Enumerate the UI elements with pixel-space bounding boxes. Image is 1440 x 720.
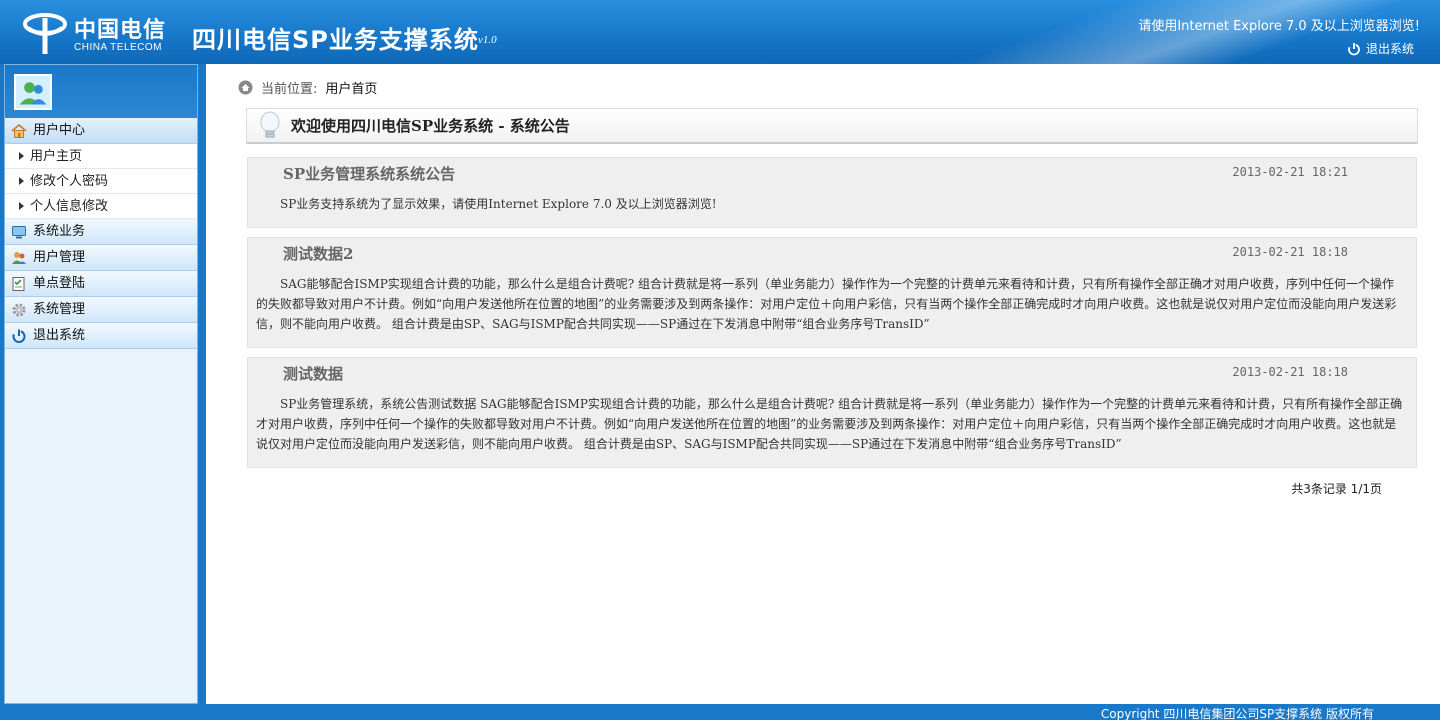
notice-item: SP业务管理系统系统公告 2013-02-21 18:21 SP业务支持系统为了… [247,157,1417,228]
sidebar-menu-label: 系统业务 [33,223,86,239]
home-circle-icon [238,80,253,95]
power-icon [1348,42,1360,55]
sidebar-menu-label: 退出系统 [33,327,86,343]
sidebar-menu-label: 用户中心 [33,122,86,138]
sidebar-item-edit-profile[interactable]: 个人信息修改 [5,194,197,219]
checklist-icon [12,276,25,291]
notice-item: 测试数据 2013-02-21 18:18 SP业务管理系统，系统公告测试数据 … [247,357,1417,468]
welcome-bar: 欢迎使用四川电信SP业务系统 - 系统公告 [246,108,1418,144]
sidebar: 用户中心 用户主页 修改个人密码 个人信息修改 系统业务 用户管理 单点登陆 系… [4,64,198,704]
system-title: 四川电信SP业务支撑系统 [192,26,479,54]
monitor-icon [12,225,26,238]
sidebar-menu-system-management[interactable]: 系统管理 [5,297,197,323]
sidebar-menu-user-center[interactable]: 用户中心 [5,118,197,144]
main-content: 当前位置: 用户首页 欢迎使用四川电信SP业务系统 - 系统公告 SP业务管理系… [206,64,1440,704]
sidebar-menu-system-business[interactable]: 系统业务 [5,219,197,245]
sidebar-item-label: 用户主页 [30,148,83,164]
header-logout-label: 退出系统 [1365,42,1414,56]
breadcrumb: 当前位置: 用户首页 [238,78,377,97]
notice-item: 测试数据2 2013-02-21 18:18 SAG能够配合ISMP实现组合计费… [247,237,1417,348]
home-icon [11,123,27,138]
sidebar-menu-label: 单点登陆 [33,275,86,291]
welcome-title: 欢迎使用四川电信SP业务系统 - 系统公告 [291,117,570,135]
browser-tip: 请使用Internet Explore 7.0 及以上浏览器浏览! [1138,19,1420,34]
triangle-right-icon [19,177,24,185]
pagination-info: 共3条记录 1/1页 [1291,482,1382,496]
top-header: 中国电信 CHINA TELECOM 四川电信SP业务支撑系统 v1.0 请使用… [0,0,1440,64]
power-icon [12,329,26,343]
sidebar-item-change-password[interactable]: 修改个人密码 [5,169,197,194]
notice-body: SP业务支持系统为了显示效果，请使用Internet Explore 7.0 及… [280,197,717,211]
notice-date: 2013-02-21 18:18 [1232,365,1348,379]
logo-english-text: CHINA TELECOM [74,42,162,53]
sidebar-menu-logout[interactable]: 退出系统 [5,323,197,349]
china-telecom-emblem-icon [23,13,67,54]
sidebar-item-label: 修改个人密码 [30,173,109,189]
notice-body: SAG能够配合ISMP实现组合计费的功能，那么什么是组合计费呢? 组合计费就是将… [256,277,1397,331]
header-logout-button[interactable]: 退出系统 [1347,40,1414,57]
user-avatar-area [5,65,197,118]
system-version: v1.0 [478,34,497,46]
copyright-text: Copyright 四川电信集团公司SP支撑系统 版权所有 [1100,707,1374,720]
sidebar-menu-label: 用户管理 [33,249,86,265]
sidebar-item-user-home[interactable]: 用户主页 [5,144,197,169]
notice-title[interactable]: 测试数据2 [283,243,353,264]
triangle-right-icon [19,152,24,160]
notice-date: 2013-02-21 18:18 [1232,245,1348,259]
sidebar-menu-user-management[interactable]: 用户管理 [5,245,197,271]
gear-icon [12,303,26,316]
notice-body: SP业务管理系统，系统公告测试数据 SAG能够配合ISMP实现组合计费的功能，那… [256,397,1403,451]
sidebar-item-label: 个人信息修改 [30,198,109,214]
breadcrumb-current: 用户首页 [325,82,378,97]
notice-title[interactable]: 测试数据 [283,363,343,384]
china-telecom-logo: 中国电信 CHINA TELECOM [20,8,175,58]
lightbulb-icon [260,111,280,137]
user-avatar-icon [14,74,52,110]
logo-chinese-text: 中国电信 [74,17,167,43]
footer: Copyright 四川电信集团公司SP支撑系统 版权所有 [0,704,1440,720]
sidebar-menu-single-sign-on[interactable]: 单点登陆 [5,271,197,297]
notice-date: 2013-02-21 18:21 [1232,165,1348,179]
triangle-right-icon [19,202,24,210]
sidebar-menu-label: 系统管理 [33,301,86,317]
notice-title[interactable]: SP业务管理系统系统公告 [283,163,455,184]
breadcrumb-prefix: 当前位置: [261,82,318,97]
users-icon [12,251,26,264]
